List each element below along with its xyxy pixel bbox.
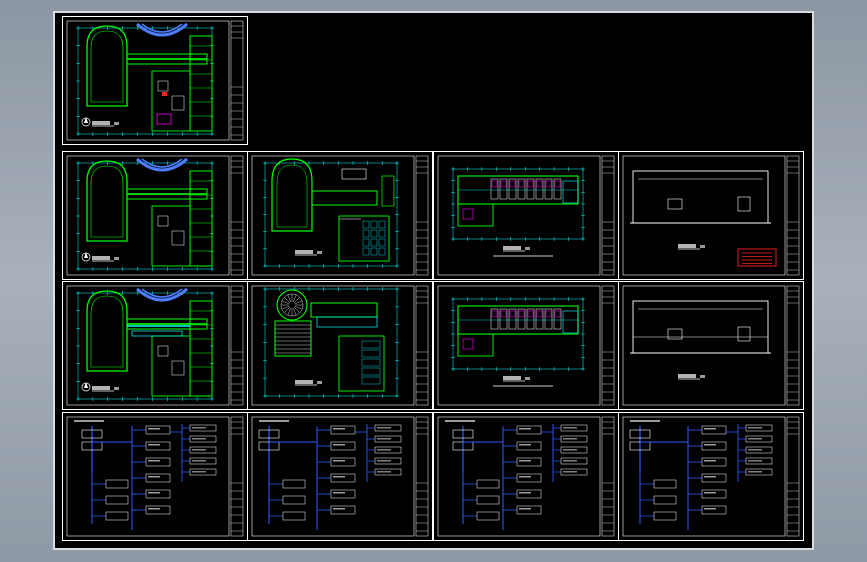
- drawing-sheet-elev-2[interactable]: [618, 281, 804, 410]
- drawing-sheet-schem-2[interactable]: [247, 412, 433, 541]
- cad-viewport[interactable]: [0, 0, 867, 562]
- drawing-sheet-schem-1[interactable]: [62, 412, 248, 541]
- drawing-sheets: [62, 16, 804, 541]
- drawing-sheet-plan-4[interactable]: [433, 151, 619, 280]
- drawing-sheet-schem-4[interactable]: [618, 412, 804, 541]
- drawing-sheet-elev-1[interactable]: [618, 151, 804, 280]
- drawing-sheet-plan-2[interactable]: [62, 151, 248, 280]
- drawing-sheet-plan-6[interactable]: [247, 281, 433, 410]
- drawing-sheet-plan-7[interactable]: [433, 281, 619, 410]
- drawing-sheet-schem-3[interactable]: [433, 412, 619, 541]
- drawing-canvas[interactable]: [55, 13, 812, 548]
- drawing-sheet-plan-1[interactable]: [62, 16, 248, 145]
- drawing-sheet-plan-5[interactable]: [62, 281, 248, 410]
- drawing-sheet-plan-3[interactable]: [247, 151, 433, 280]
